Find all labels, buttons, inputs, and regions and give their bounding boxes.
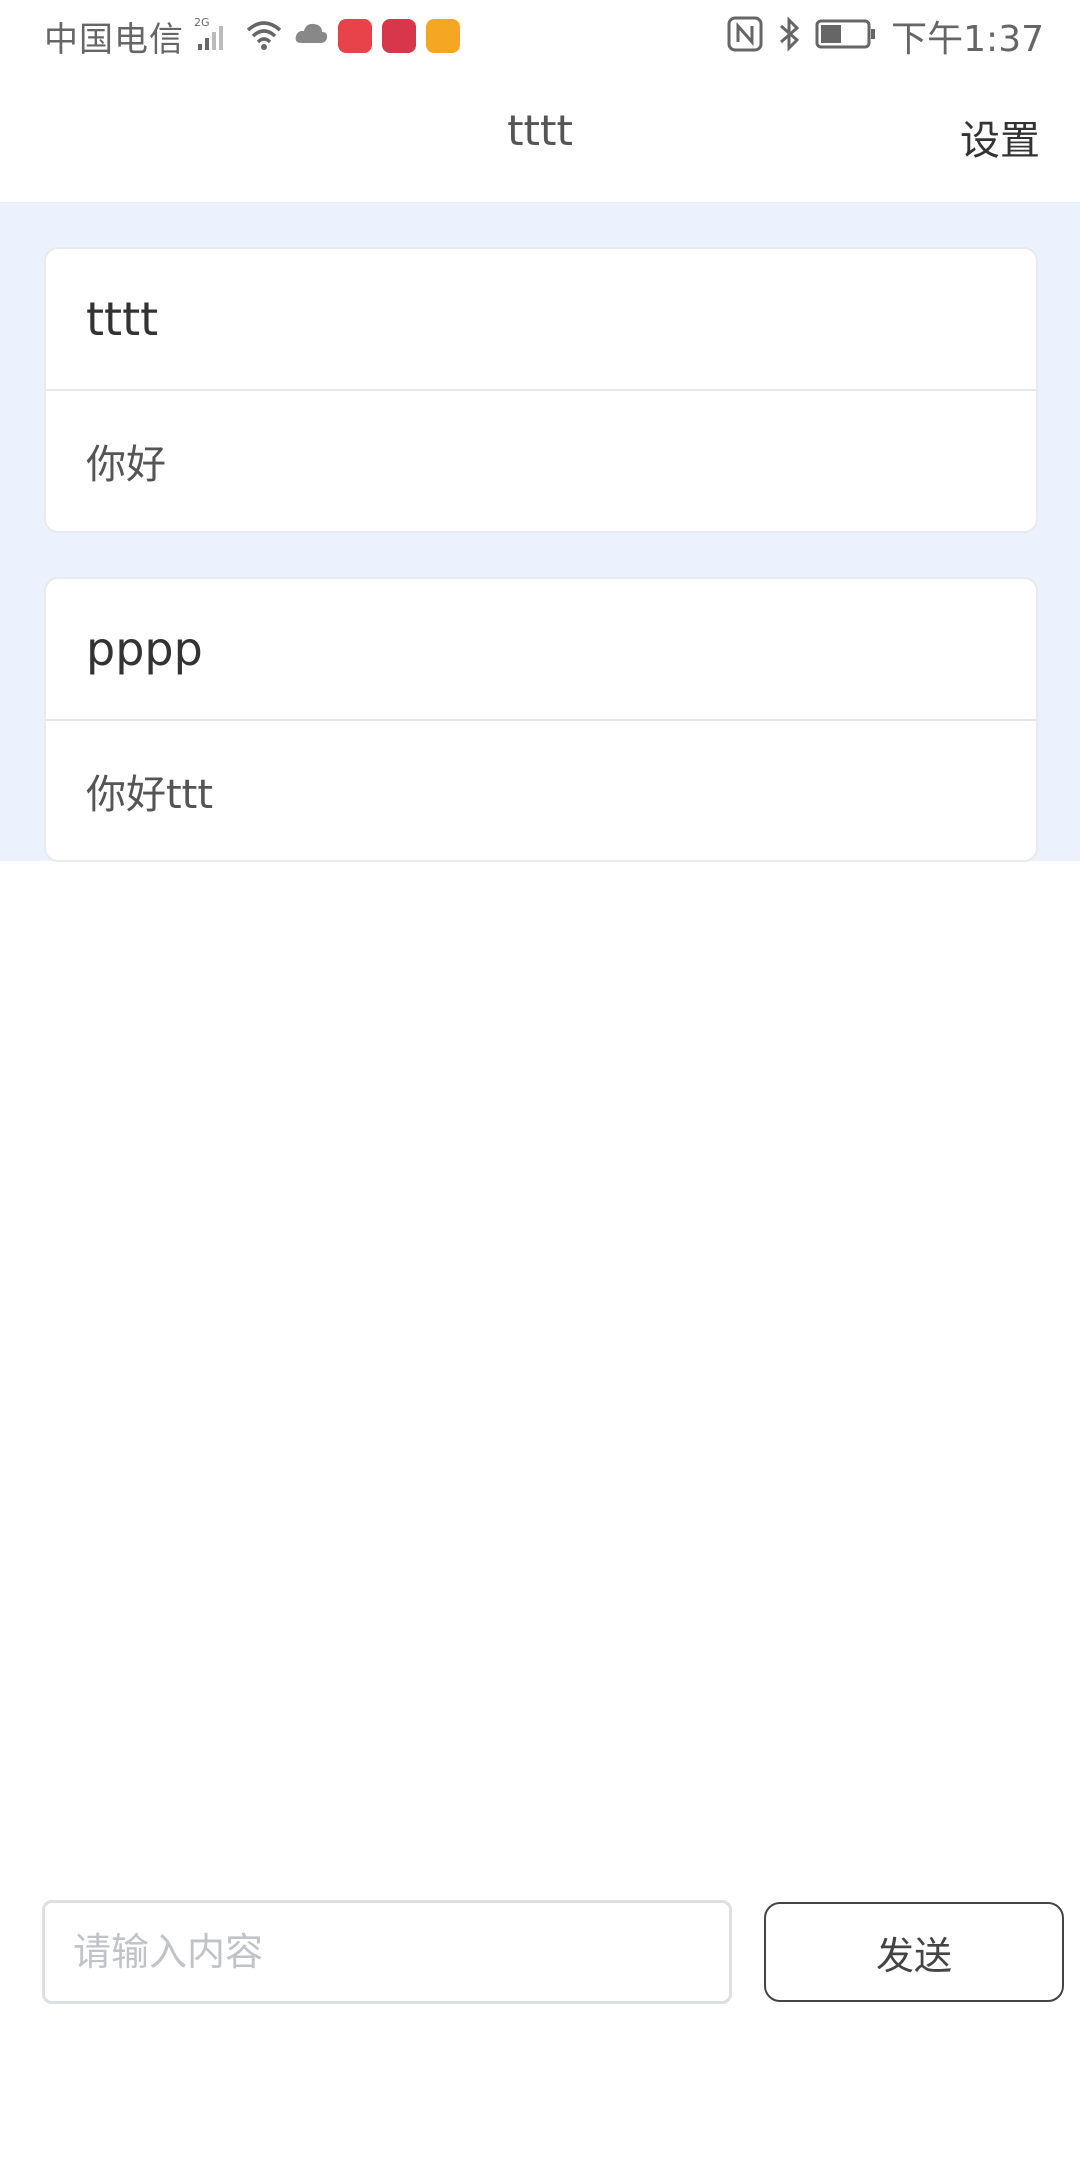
nav-bar: tttt 设置 (0, 72, 1080, 204)
carrier-name: 中国电信 (44, 19, 184, 60)
book-icon (382, 19, 416, 53)
send-button[interactable]: 发送 (764, 1902, 1064, 2002)
message-card[interactable]: pppp 你好ttt (44, 577, 1038, 862)
status-time: 下午1:37 (891, 19, 1044, 60)
wifi-icon (244, 16, 284, 56)
message-sender: pppp (46, 579, 1036, 721)
signal-icon: 2G (194, 16, 234, 56)
message-content: 你好 (86, 442, 166, 488)
status-bar-right: 下午1:37 (727, 12, 1044, 60)
battery-icon (815, 18, 877, 54)
message-input[interactable] (42, 1900, 732, 2004)
status-bar: 中国电信 2G 下午1:37 (0, 0, 1080, 72)
status-bar-left: 中国电信 2G (44, 12, 460, 60)
message-list: tttt 你好 pppp 你好ttt (0, 203, 1080, 862)
huawei-appgallery-icon (338, 19, 372, 53)
bluetooth-icon (777, 16, 801, 56)
message-card[interactable]: tttt 你好 (44, 247, 1038, 533)
folder-icon (426, 19, 460, 53)
message-content: 你好ttt (86, 772, 214, 818)
network-type-label: 2G (194, 16, 210, 29)
settings-button[interactable]: 设置 (960, 108, 1040, 166)
page-title: tttt (507, 106, 573, 155)
cloud-icon (294, 19, 328, 53)
nfc-icon (727, 16, 763, 56)
message-sender: tttt (46, 249, 1036, 391)
